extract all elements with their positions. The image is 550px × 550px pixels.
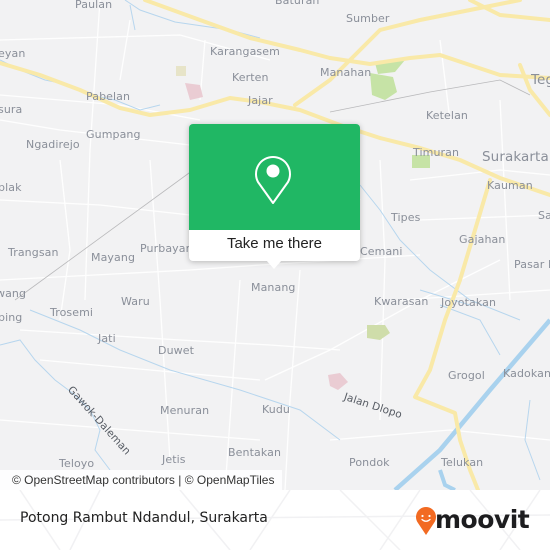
place-label: Telukan (441, 456, 484, 469)
place-label: Gajahan (459, 233, 506, 246)
place-label: Jetis (162, 453, 186, 466)
place-label: Grogol (448, 369, 485, 382)
place-label: Kerten (232, 71, 269, 84)
place-label: Sa (538, 209, 550, 222)
moovit-pin-icon (416, 507, 436, 535)
place-label: Jajar (248, 94, 273, 107)
canal-branch (438, 469, 456, 490)
place-label: Teg (531, 72, 550, 88)
place-label: Paulan (75, 0, 113, 11)
park-kwarasan (367, 325, 390, 340)
place-label: Kudu (262, 403, 290, 416)
place-label: Ketelan (426, 109, 468, 122)
place-label: Karangasem (210, 45, 280, 58)
landuse-area (176, 66, 186, 76)
place-label: Manang (251, 281, 296, 294)
place-label: Jati (98, 332, 116, 345)
place-label: bing (0, 311, 23, 324)
place-label: Baturan (275, 0, 320, 7)
place-title: Potong Rambut Ndandul, Surakarta (20, 510, 268, 526)
place-label: Sumber (346, 12, 390, 25)
place-label: Pondok (349, 456, 390, 469)
place-label: Kadokan (503, 367, 550, 380)
map-attribution[interactable]: © OpenStreetMap contributors | © OpenMap… (0, 470, 283, 490)
place-label: Bentakan (228, 446, 282, 459)
popup-header[interactable] (189, 124, 360, 230)
moovit-wordmark: moovit (435, 505, 530, 534)
place-label: Purbayan (140, 242, 193, 255)
place-label: sura (0, 103, 23, 116)
park-manahan (370, 73, 397, 100)
popup-pointer (266, 260, 282, 269)
place-label: Manahan (320, 66, 372, 79)
place-label: Mayang (91, 251, 136, 264)
place-label: Duwet (158, 344, 195, 357)
place-label: Trosemi (50, 306, 94, 319)
place-label: Cemani (360, 245, 403, 258)
place-label: Gumpang (86, 128, 141, 141)
place-label: blak (0, 181, 22, 194)
place-label: eyan (0, 47, 26, 60)
take-me-there-button[interactable]: Take me there (189, 230, 360, 261)
landuse-area (185, 83, 203, 100)
place-label: Pabelan (86, 90, 131, 103)
map-canvas[interactable]: Baturan Paulan Sumber Karangasem eyan Ke… (0, 0, 550, 490)
map-pin-icon (255, 156, 291, 204)
place-label: Joyotakan (441, 296, 497, 309)
place-label: Kauman (487, 179, 533, 192)
place-label: Pasar K (514, 258, 550, 271)
moovit-logo[interactable]: moovit (415, 504, 535, 538)
place-label: Tipes (391, 211, 421, 224)
place-label: Trangsan (8, 246, 59, 259)
place-label: Waru (121, 295, 150, 308)
hospital-area (328, 373, 348, 390)
place-label: Menuran (160, 404, 210, 417)
location-popup[interactable]: Take me there (189, 124, 360, 269)
railway-line (14, 164, 201, 301)
place-label: Ngadirejo (26, 138, 80, 151)
footer: Potong Rambut Ndandul, Surakarta moovit (0, 490, 550, 550)
place-label: wang (0, 287, 27, 300)
place-label: Teloyo (59, 457, 95, 470)
place-label: Kwarasan (374, 295, 429, 308)
place-label: Timuran (413, 146, 460, 159)
city-label: Surakarta (482, 149, 549, 165)
